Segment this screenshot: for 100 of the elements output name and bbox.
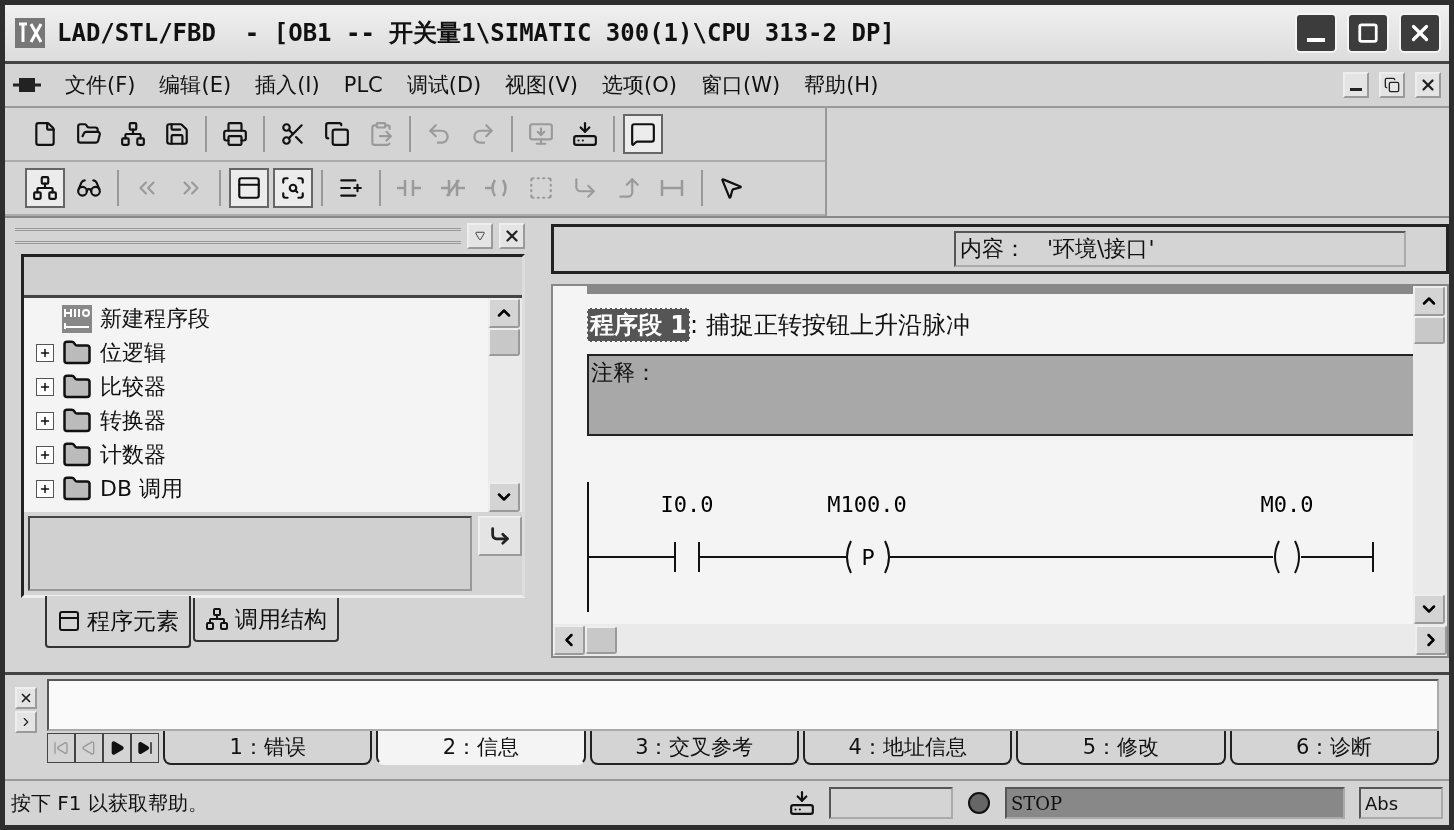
plus-icon xyxy=(39,347,51,359)
menu-item[interactable]: 编辑(E) xyxy=(159,71,232,99)
network-comment: : 捕捉正转按钮上升沿脉冲 xyxy=(690,310,970,341)
network-button[interactable] xyxy=(25,168,65,208)
tree-item[interactable]: DB 调用 xyxy=(100,474,184,504)
monitor-icon xyxy=(528,121,554,147)
address-label: M100.0 xyxy=(827,492,907,517)
restore-button[interactable] xyxy=(1379,72,1405,98)
comment-button[interactable] xyxy=(623,114,663,154)
scissors-icon xyxy=(280,121,306,147)
menu-item[interactable]: 调试(D) xyxy=(406,71,482,99)
scroll-up-button[interactable] xyxy=(1413,286,1445,316)
scroll-down-button[interactable] xyxy=(488,482,520,512)
window-title: LAD/STL/FBD - [OB1 -- 开关量1\SIMATIC 300(1)\CPU 313-2 DP] xyxy=(57,18,896,49)
info-field: 内容： '环境\接口' xyxy=(954,231,1406,267)
scroll-down-button[interactable] xyxy=(1413,594,1445,624)
menu-item[interactable]: 插入(I) xyxy=(255,71,320,99)
redo-icon xyxy=(470,121,496,147)
pin-button[interactable] xyxy=(15,711,37,733)
minimize-icon xyxy=(1307,38,1325,42)
insert-button[interactable] xyxy=(478,516,522,556)
close-icon xyxy=(1419,76,1437,94)
close-button[interactable] xyxy=(1415,72,1441,98)
output-tab[interactable]: 4：地址信息 xyxy=(803,731,1013,765)
maximize-button[interactable] xyxy=(1347,13,1389,53)
expand-toggle[interactable] xyxy=(36,378,54,396)
last-tab-button[interactable] xyxy=(131,733,159,763)
network-title[interactable]: 程序段 1 xyxy=(587,308,691,342)
first-tab-button[interactable] xyxy=(47,733,75,763)
menu-item[interactable]: 帮助(H) xyxy=(804,71,879,99)
scroll-thumb[interactable] xyxy=(585,626,617,654)
maximize-icon xyxy=(1357,22,1379,44)
save-icon xyxy=(164,121,190,147)
address-label: I0.0 xyxy=(660,492,714,517)
branch-up-icon xyxy=(616,175,642,201)
minimize-button[interactable] xyxy=(1343,72,1369,98)
scroll-thumb[interactable] xyxy=(1413,316,1445,344)
tree-item[interactable]: 转换器 xyxy=(100,406,166,436)
scroll-right-button[interactable] xyxy=(1415,625,1447,655)
restore-icon xyxy=(1384,77,1400,93)
expand-toggle[interactable] xyxy=(36,446,54,464)
previous-icon xyxy=(81,740,97,756)
first-icon xyxy=(53,740,69,756)
network-icon xyxy=(120,121,146,147)
menu-item[interactable]: 选项(O) xyxy=(602,71,677,99)
open-folder-icon xyxy=(76,121,102,147)
expand-toggle[interactable] xyxy=(36,412,54,430)
expand-toggle[interactable] xyxy=(36,344,54,362)
insert-icon xyxy=(489,525,511,547)
app-logo-icon xyxy=(13,16,47,50)
printer-icon xyxy=(222,121,248,147)
grip-bar[interactable] xyxy=(15,228,461,244)
menu-item[interactable]: 视图(V) xyxy=(505,71,579,99)
output-tab[interactable]: 5：修改 xyxy=(1016,731,1226,765)
close-button[interactable] xyxy=(1399,13,1441,53)
plus-icon xyxy=(39,381,51,393)
paste-icon xyxy=(368,121,394,147)
expand-toggle[interactable] xyxy=(36,480,54,498)
scroll-thumb[interactable] xyxy=(488,328,520,356)
undo-icon xyxy=(426,121,452,147)
menu-item[interactable]: 窗口(W) xyxy=(701,71,781,99)
window-icon xyxy=(236,175,262,201)
minimize-button[interactable] xyxy=(1295,13,1337,53)
close-button[interactable] xyxy=(499,223,525,249)
tree-item[interactable]: 新建程序段 xyxy=(100,304,210,334)
menu-item[interactable]: 文件(F) xyxy=(65,71,136,99)
next-tab-button[interactable] xyxy=(103,733,131,763)
plus-icon xyxy=(39,449,51,461)
menu-item[interactable]: PLC xyxy=(343,73,383,97)
previous-tab-button[interactable] xyxy=(75,733,103,763)
zoom-window-button[interactable] xyxy=(273,168,313,208)
tree-structure-icon xyxy=(205,607,229,631)
dropdown-button[interactable] xyxy=(467,223,493,249)
tree-item[interactable]: 比较器 xyxy=(100,372,166,402)
window-button[interactable] xyxy=(229,168,269,208)
panel-tab[interactable]: 调用结构 xyxy=(193,598,339,642)
panel-tab[interactable]: 程序元素 xyxy=(45,596,191,648)
comment-icon xyxy=(630,121,656,147)
comment-area[interactable]: 注释： xyxy=(587,354,1413,436)
next-icon xyxy=(109,740,125,756)
tree-item[interactable]: 位逻辑 xyxy=(100,338,166,368)
scroll-left-button[interactable] xyxy=(553,625,585,655)
output-tab[interactable]: 3：交叉参考 xyxy=(589,731,799,765)
close-button[interactable] xyxy=(15,687,37,709)
output-tab[interactable]: 2：信息 xyxy=(376,731,586,765)
mode-icon xyxy=(967,791,991,815)
close-icon xyxy=(19,691,33,705)
elements-icon xyxy=(57,609,81,633)
help-pointer-icon xyxy=(718,175,744,201)
scroll-up-button[interactable] xyxy=(488,298,520,328)
tree-item[interactable]: 计数器 xyxy=(100,440,166,470)
plus-icon xyxy=(39,415,51,427)
output-tab[interactable]: 1：错误 xyxy=(163,731,373,765)
coil-symbol xyxy=(1274,540,1300,574)
zoom-window-icon xyxy=(280,175,306,201)
copy-icon xyxy=(324,121,350,147)
network-block-icon xyxy=(62,305,92,333)
addressing-field: Abs xyxy=(1359,787,1443,819)
output-tab[interactable]: 6：诊断 xyxy=(1229,731,1439,765)
connection-icon xyxy=(789,790,815,816)
